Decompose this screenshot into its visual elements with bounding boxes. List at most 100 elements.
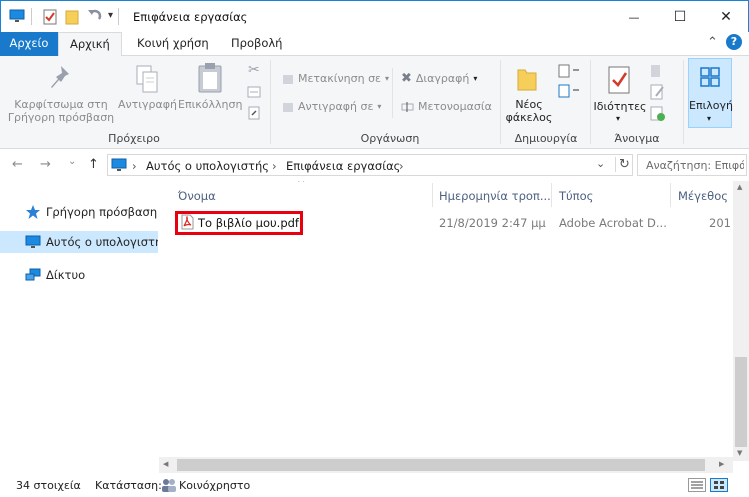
shared-users-icon [161,478,177,495]
tab-view[interactable]: Προβολή [220,32,293,56]
file-date: 21/8/2019 2:47 μμ [439,216,546,230]
copy-path-icon[interactable] [247,86,261,101]
copy-button[interactable]: Αντιγραφή [118,98,177,111]
history-icon[interactable] [650,106,666,125]
pin-quick-access-button[interactable]: Καρφίτσωμα στη Γρήγορη πρόσβαση [6,98,116,124]
help-icon[interactable]: ? [726,34,742,50]
pdf-icon [181,214,194,233]
tab-home[interactable]: Αρχική [58,32,122,57]
paste-button[interactable]: Επικόλληση [178,98,242,111]
file-type: Adobe Acrobat D... [559,216,667,230]
breadcrumb-separator[interactable]: › [132,159,137,173]
rename-button[interactable]: Μετονομασία [401,100,492,113]
column-header-size[interactable]: Μέγεθος [678,189,728,203]
scroll-left-icon[interactable]: ◀ [163,460,168,468]
item-count: 34 στοιχεία [16,479,81,492]
tab-file[interactable]: Αρχείο [0,32,58,56]
breadcrumb-desktop[interactable]: Επιφάνεια εργασίας [286,159,400,173]
refresh-icon[interactable]: ↻ [615,157,630,172]
sidebar-item-this-pc[interactable]: Αυτός ο υπολογιστής [0,231,158,253]
new-item-icon[interactable] [558,64,580,81]
chevron-down-icon[interactable]: ▾ [616,114,620,123]
sidebar-item-quick-access[interactable]: Γρήγορη πρόσβαση [0,201,158,223]
address-dropdown-icon[interactable]: ⌄ [596,157,605,170]
toolbar-divider [118,8,119,25]
network-icon [25,267,41,283]
scroll-down-icon[interactable]: ▼ [737,449,742,457]
rename-icon [401,101,414,112]
scroll-track[interactable] [735,197,747,355]
properties-check-icon[interactable] [43,9,57,28]
computer-icon[interactable] [9,9,25,26]
search-input[interactable]: Αναζήτηση: Επιφάνεια εργασίας [637,154,747,176]
status-bar: 34 στοιχεία Κατάσταση: Κοινόχρηστο [0,473,749,497]
column-header-name[interactable]: Όνομα [178,189,216,203]
state-value: Κοινόχρηστο [179,479,251,492]
clipboard-group-label: Πρόχειρο [108,132,160,145]
vertical-scrollbar[interactable]: ▲ ▼ [733,181,749,461]
sidebar-item-label: Δίκτυο [46,268,86,282]
column-header-type[interactable]: Τύπος [559,189,593,203]
scroll-up-icon[interactable]: ▲ [737,183,742,191]
maximize-button[interactable]: ☐ [657,1,703,33]
delete-icon: ✖ [401,71,412,86]
scroll-thumb[interactable] [177,459,705,471]
sort-indicator-icon: ^ [297,181,306,189]
scroll-thumb[interactable] [735,357,747,447]
minimize-button[interactable]: — [611,1,657,33]
move-to-icon [283,74,293,84]
column-divider[interactable] [432,183,433,207]
details-view-icon [691,481,703,489]
forward-button[interactable]: → [40,157,51,172]
sidebar-item-network[interactable]: Δίκτυο [0,264,158,286]
new-folder-icon[interactable] [65,9,79,28]
delete-button[interactable]: ✖ Διαγραφή ▾ [401,71,477,86]
properties-button[interactable]: Ιδιότητες [592,100,648,113]
paste-shortcut-icon[interactable] [248,106,260,123]
column-divider[interactable] [670,183,671,207]
close-button[interactable]: ✕ [703,1,749,33]
recent-locations-button[interactable]: ⌄ [68,156,76,167]
up-button[interactable]: ↑ [88,157,99,172]
file-size: 201 [709,216,731,230]
tab-share[interactable]: Κοινή χρήση [126,32,220,56]
customize-dropdown-icon[interactable]: ▾ [108,10,113,21]
file-name-cell[interactable]: Το βιβλίο μου.pdf [175,211,303,235]
address-bar[interactable]: › Αυτός ο υπολογιστής › Επιφάνεια εργασί… [107,154,633,176]
toolbar-divider [31,8,32,25]
file-name: Το βιβλίο μου.pdf [198,216,299,230]
organize-group-label: Οργάνωση [360,132,420,145]
scroll-right-icon[interactable]: ▶ [719,460,724,468]
state-label: Κατάσταση: [95,479,162,492]
computer-icon [25,234,41,250]
chevron-down-icon: ▾ [707,114,712,123]
open-group-label: Άνοιγμα [614,132,660,145]
group-divider [683,60,684,144]
table-row[interactable]: Το βιβλίο μου.pdf 21/8/2019 2:47 μμ Adob… [173,211,733,235]
horizontal-scrollbar[interactable]: ◀ ▶ [159,457,733,473]
new-folder-button[interactable]: Νέος φάκελος [504,98,554,124]
computer-icon [111,158,127,175]
move-to-button[interactable]: Μετακίνηση σε ▾ [282,72,389,85]
edit-icon[interactable] [650,84,666,103]
breadcrumb-separator[interactable]: › [272,159,277,173]
breadcrumb-separator[interactable]: › [399,159,404,173]
breadcrumb-this-pc[interactable]: Αυτός ο υπολογιστής [146,159,269,173]
large-icons-view-button[interactable] [710,478,728,492]
properties-icon [608,66,630,97]
details-view-button[interactable] [688,478,706,492]
sidebar-item-label: Γρήγορη πρόσβαση [46,205,158,219]
paste-icon [197,62,223,97]
cut-icon[interactable]: ✂ [248,62,260,78]
collapse-ribbon-icon[interactable]: ⌃ [707,35,718,50]
back-button[interactable]: ← [12,157,23,172]
copy-to-button[interactable]: Αντιγραφή σε ▾ [282,100,381,113]
navigation-bar: ← → ⌄ ↑ › Αυτός ο υπολογιστής › Επιφάνει… [0,150,749,180]
select-button[interactable]: Επιλογή ▾ [688,58,733,128]
file-list: ^ Όνομα Ημερομηνία τροπ... Τύπος Μέγεθος… [159,181,733,461]
open-icon[interactable] [650,64,666,81]
easy-access-icon[interactable] [558,84,580,101]
undo-icon[interactable] [87,7,103,26]
column-header-date[interactable]: Ημερομηνία τροπ... [439,189,551,203]
column-divider[interactable] [551,183,552,207]
